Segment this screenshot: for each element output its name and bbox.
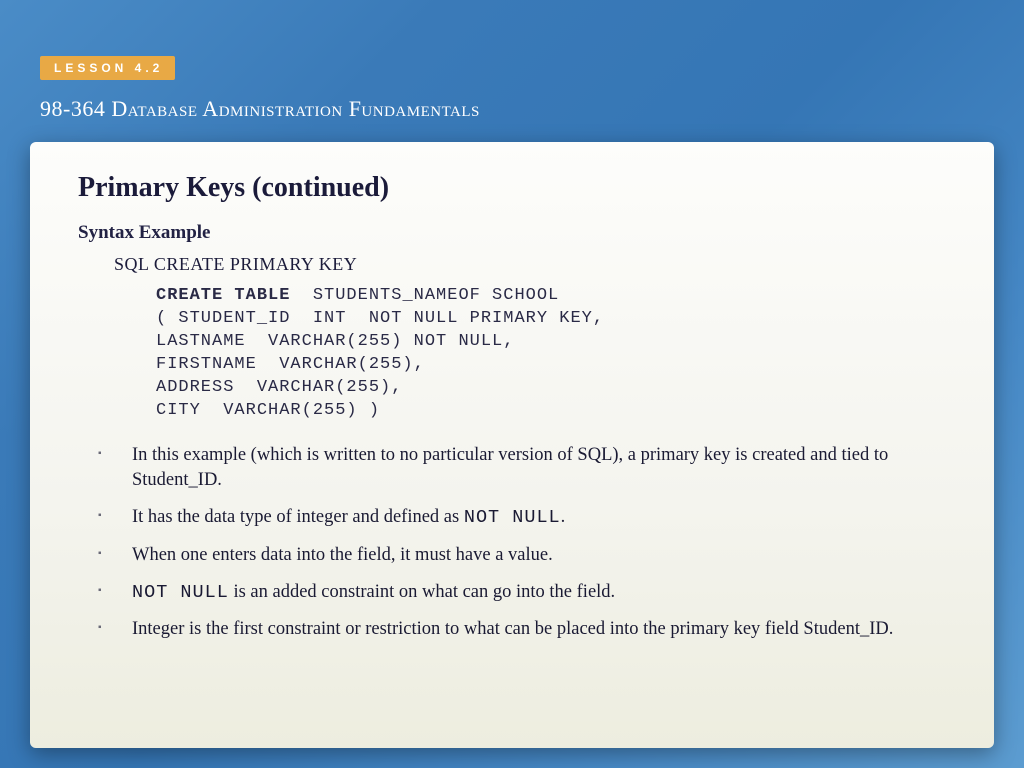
inline-code: NOT NULL [132,582,229,603]
list-item: Integer is the first constraint or restr… [98,617,946,642]
code-line-3: LASTNAME VARCHAR(255) NOT NULL, [156,331,946,354]
code-line-4: FIRSTNAME VARCHAR(255), [156,354,946,377]
list-item: When one enters data into the field, it … [98,543,946,568]
list-item: It has the data type of integer and defi… [98,505,946,531]
list-item: NOT NULL is an added constraint on what … [98,580,946,606]
bullet-text: is an added constraint on what can go in… [229,582,615,602]
inline-code: NOT NULL [464,507,561,528]
code-keyword: CREATE TABLE [156,286,290,305]
code-line-2: ( STUDENT_ID INT NOT NULL PRIMARY KEY, [156,308,946,331]
bullet-text: It has the data type of integer and defi… [132,507,464,527]
code-line-5: ADDRESS VARCHAR(255), [156,377,946,400]
course-title: 98-364 Database Administration Fundament… [40,96,480,122]
list-item: In this example (which is written to no … [98,443,946,493]
code-line-1: CREATE TABLE STUDENTS_NAMEOF SCHOOL [156,285,946,308]
sql-heading: SQL CREATE PRIMARY KEY [114,254,946,275]
content-panel: Primary Keys (continued) Syntax Example … [30,142,994,748]
code-text: STUDENTS_NAMEOF SCHOOL [290,286,559,305]
bullet-list: In this example (which is written to no … [98,443,946,643]
slide-subheading: Syntax Example [78,222,946,244]
bullet-text: . [561,507,566,527]
sql-code-block: CREATE TABLE STUDENTS_NAMEOF SCHOOL ( ST… [156,285,946,423]
code-line-6: CITY VARCHAR(255) ) [156,400,946,423]
slide-title: Primary Keys (continued) [78,172,946,204]
lesson-tag: LESSON 4.2 [40,56,175,80]
